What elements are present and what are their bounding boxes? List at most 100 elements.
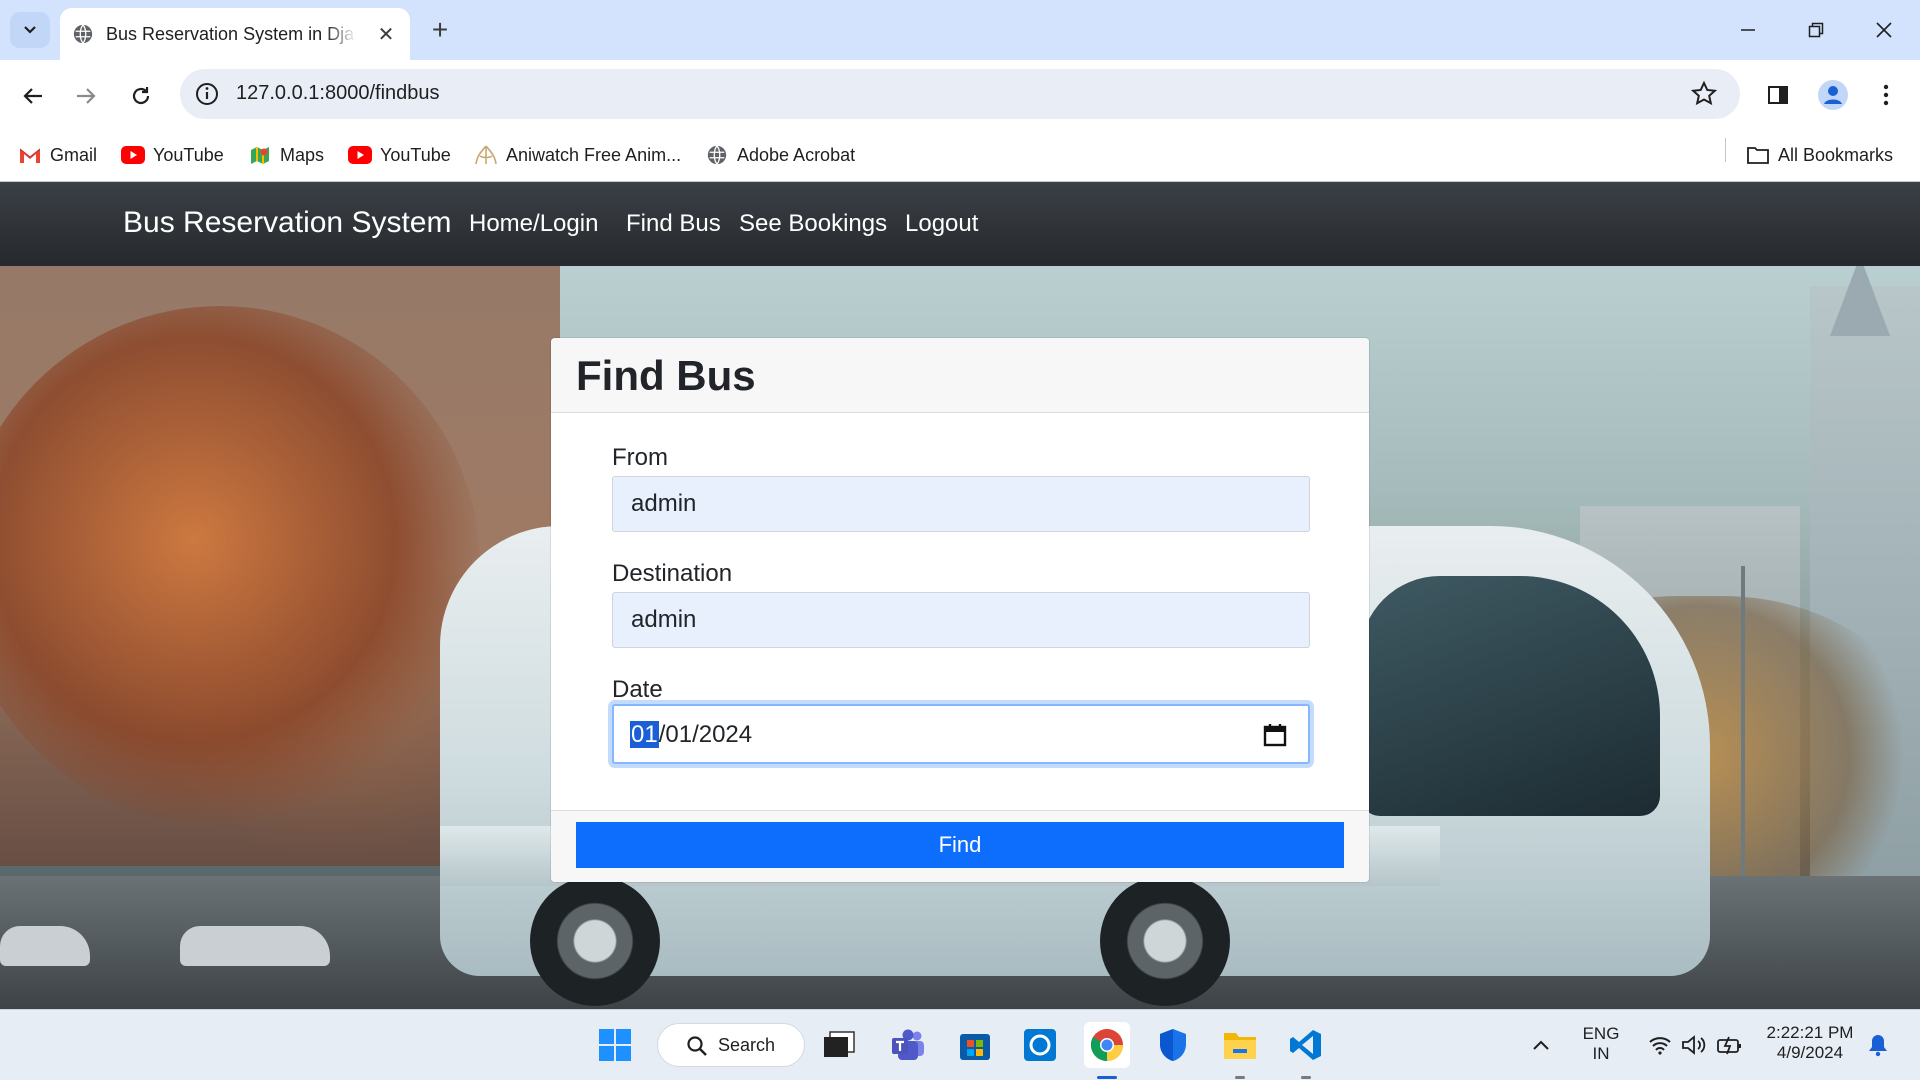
language-indicator[interactable]: ENG IN [1578,1024,1624,1064]
destination-input[interactable]: admin [612,592,1310,648]
clock[interactable]: 2:22:21 PM 4/9/2024 [1760,1023,1860,1063]
region-code: IN [1592,1044,1610,1063]
restore-icon [1808,22,1824,38]
site-brand[interactable]: Bus Reservation System [123,206,451,240]
all-bookmarks-label: All Bookmarks [1778,144,1894,165]
youtube-icon [121,143,145,167]
minimize-icon [1741,29,1755,31]
site-info-icon[interactable] [192,79,222,109]
avatar-icon [1818,80,1848,110]
tab-strip: Bus Reservation System in Django ✕ + [0,0,1920,60]
back-button[interactable] [13,76,53,116]
calendar-icon[interactable] [1262,722,1288,748]
new-tab-button[interactable]: + [424,14,456,46]
file-explorer-app[interactable] [1217,1022,1263,1068]
chevron-up-icon [1533,1040,1549,1050]
bookmark-label: Maps [280,144,325,165]
active-indicator [1097,1076,1117,1079]
nav-see-bookings[interactable]: See Bookings [739,210,887,238]
browser-tab[interactable]: Bus Reservation System in Django ✕ [60,8,410,60]
reload-button[interactable] [121,76,161,116]
task-view-button[interactable] [816,1022,862,1068]
bookmark-aniwatch[interactable]: Aniwatch Free Anim... [474,140,681,170]
speaker-icon [1682,1035,1706,1055]
running-indicator [1301,1076,1311,1079]
battery-charging-icon [1717,1036,1741,1055]
arrow-left-icon [23,88,42,104]
clock-time: 2:22:21 PM [1766,1023,1854,1042]
side-panel-button[interactable] [1760,77,1796,113]
taskbar-search[interactable]: Search [657,1023,805,1067]
maps-icon [248,143,272,167]
bookmark-gmail[interactable]: Gmail [18,140,97,170]
destination-label: Destination [612,560,733,587]
tab-search-button[interactable] [10,12,50,48]
bookmarks-divider [1725,138,1726,162]
date-day-segment[interactable]: 01 [630,721,659,748]
chrome-app[interactable] [1084,1022,1130,1068]
bookmark-label: Adobe Acrobat [737,144,856,165]
store-app[interactable] [952,1022,998,1068]
chrome-icon [1090,1029,1123,1061]
url-text[interactable]: 127.0.0.1:8000/findbus [236,82,440,105]
globe-icon [73,24,93,44]
youtube-icon [348,143,372,167]
from-label: From [612,444,668,471]
bookmarks-bar: Gmail YouTube Maps YouTube Aniwatch Free… [0,130,1920,182]
battery-status[interactable] [1710,1022,1750,1068]
clock-date: 4/9/2024 [1776,1043,1844,1062]
language-code: ENG [1582,1024,1620,1043]
all-bookmarks-button[interactable]: All Bookmarks [1746,140,1893,170]
web-page: Bus Reservation System Home/Login Find B… [0,182,1920,1009]
restore-button[interactable] [1782,10,1850,50]
teams-app[interactable] [885,1022,931,1068]
parked-car [0,926,90,966]
bookmark-youtube-1[interactable]: YouTube [121,140,224,170]
nav-logout[interactable]: Logout [905,210,978,238]
close-window-button[interactable] [1850,10,1918,50]
task-view-icon [824,1031,855,1057]
minimize-button[interactable] [1714,10,1782,50]
profile-button[interactable] [1815,77,1851,113]
wifi-icon [1649,1037,1671,1055]
running-indicator [1235,1076,1245,1079]
from-input[interactable]: admin [612,476,1310,532]
bookmark-star-icon[interactable] [1690,80,1718,108]
bookmark-maps[interactable]: Maps [248,140,324,170]
vscode-app[interactable] [1283,1022,1329,1068]
volume-status[interactable] [1674,1022,1714,1068]
find-button[interactable]: Find [576,822,1344,868]
globe-icon [705,143,729,167]
bus-wheel [530,876,660,1006]
nav-find-bus[interactable]: Find Bus [626,210,721,238]
cortana-icon [1024,1029,1056,1061]
folder-icon [1224,1033,1256,1059]
date-value: 01/01/2024 [630,721,752,749]
nav-home-login[interactable]: Home/Login [469,210,598,238]
start-button[interactable] [592,1022,638,1068]
bookmark-label: Aniwatch Free Anim... [506,144,682,165]
gmail-icon [18,143,42,167]
address-bar[interactable]: 127.0.0.1:8000/findbus [180,69,1740,119]
menu-button[interactable] [1868,77,1904,113]
defender-app[interactable] [1150,1022,1196,1068]
kebab-menu-icon [1883,84,1889,106]
shield-icon [1160,1029,1186,1061]
windows-taskbar: Search ENG IN 2:22:21 PM 4/9/2024 [0,1009,1920,1080]
windows-logo-icon [599,1029,631,1061]
bookmark-label: Gmail [50,144,98,165]
arrow-right-icon [77,88,96,104]
notifications-button[interactable] [1860,1022,1896,1068]
bell-icon [1869,1035,1887,1057]
teams-icon [892,1029,924,1060]
card-header: Find Bus [551,338,1369,413]
forward-button[interactable] [66,76,106,116]
close-tab-icon[interactable]: ✕ [374,22,398,47]
date-input[interactable]: 01/01/2024 [612,704,1310,764]
show-hidden-icons-button[interactable] [1521,1022,1561,1068]
bookmark-youtube-2[interactable]: YouTube [348,140,451,170]
parked-car [180,926,330,966]
bookmark-adobe-acrobat[interactable]: Adobe Acrobat [705,140,855,170]
cortana-app[interactable] [1017,1022,1063,1068]
date-month-year: /01/2024 [658,721,753,748]
